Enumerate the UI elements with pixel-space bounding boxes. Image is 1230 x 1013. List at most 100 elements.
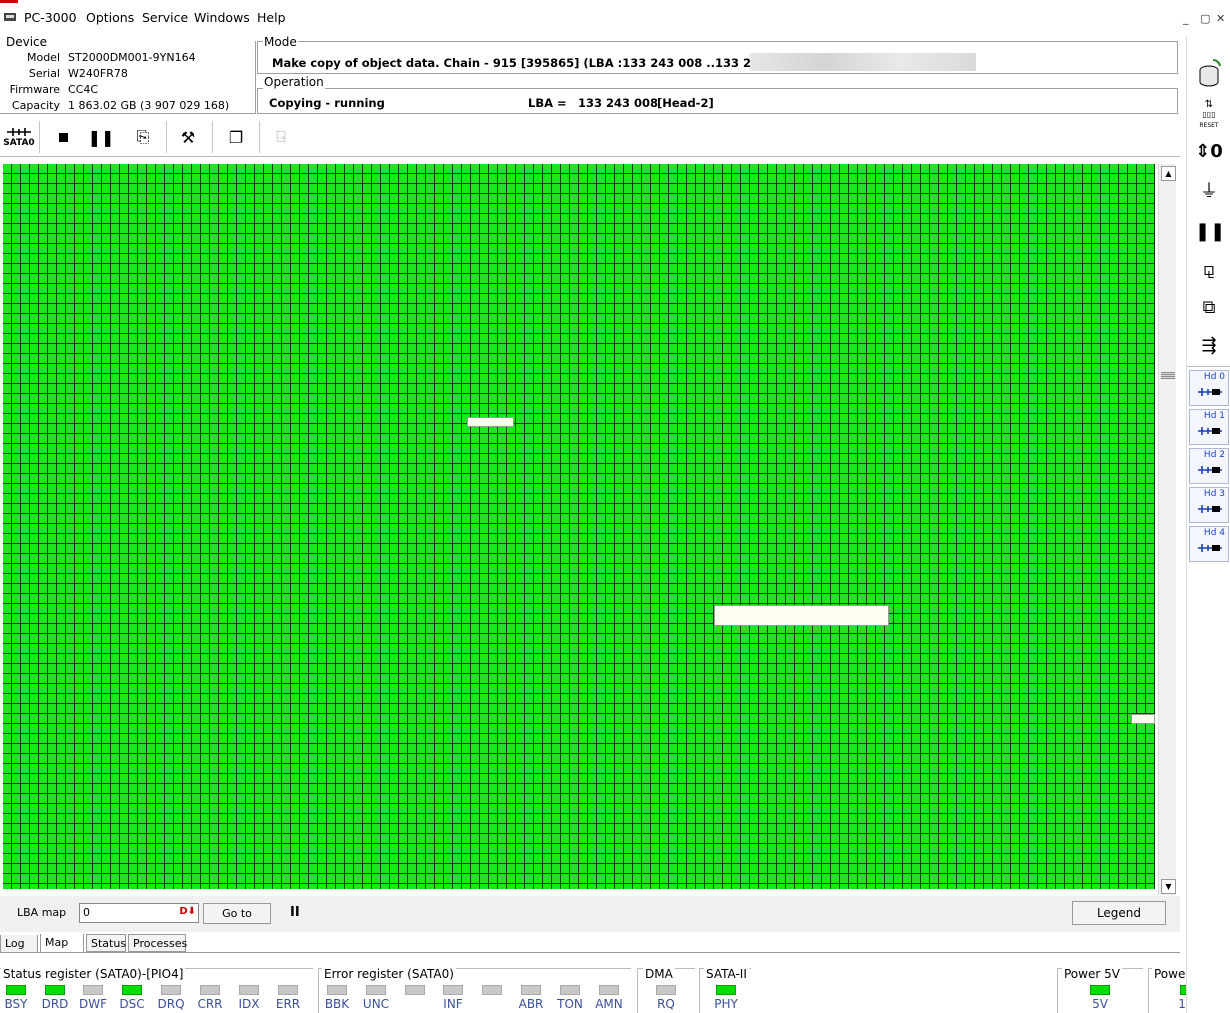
toolbar-separator: [39, 121, 40, 153]
stop-button[interactable]: [48, 122, 78, 152]
menu-bar: PC-3000 Options Service Windows Help _ ▢…: [0, 0, 1230, 36]
menu-service[interactable]: Service: [142, 10, 188, 25]
scroll-down-arrow-icon[interactable]: ▼: [1161, 879, 1176, 894]
document-arrow-icon: ⎘: [136, 127, 150, 146]
switch-icon: ⏚: [1200, 181, 1218, 202]
stop-icon: [58, 132, 68, 142]
drive-refresh-button[interactable]: [1195, 58, 1223, 87]
copy-x-icon: ⧉: [1202, 297, 1216, 318]
unread-block-group: [467, 417, 514, 427]
connector-button[interactable]: ⇶: [1195, 332, 1223, 360]
head-2-label: Hd 2: [1203, 450, 1225, 460]
scroll-thumb[interactable]: [1161, 372, 1175, 379]
windows-button[interactable]: ❐: [221, 122, 251, 152]
zero-button[interactable]: ⇕0: [1195, 138, 1223, 166]
sata-port-label: SATA0: [3, 138, 35, 148]
power5-led-label: 5V: [1092, 997, 1108, 1011]
head-value: [Head-2]: [657, 96, 714, 110]
register-led-label: INF: [443, 997, 463, 1011]
register-led-label: IDX: [238, 997, 260, 1011]
map-scrollbar[interactable]: ▲ ▼: [1158, 164, 1176, 895]
exit-button[interactable]: ⍈: [266, 122, 296, 152]
right-tool-panel: ⇅ ▯▯▯ RESET ⇕0 ⏚ ❚❚ ⚼ ⧉ ⇶ Hd 0 Hd 1 Hd 2…: [1186, 36, 1230, 1013]
tab-map[interactable]: Map: [40, 934, 84, 953]
register-led: [327, 985, 347, 995]
lba-map-label: LBA map: [17, 906, 67, 919]
phy-led: [716, 985, 736, 995]
serial-label: Serial: [28, 67, 60, 80]
capacity-value: 1 863.02 GB (3 907 029 168): [68, 99, 230, 112]
head-icon: [1198, 544, 1222, 552]
close-button[interactable]: ✕: [1216, 12, 1225, 25]
menu-help[interactable]: Help: [257, 10, 286, 25]
firmware-value: CC4C: [68, 83, 99, 96]
toolbar-separator: [259, 121, 260, 153]
register-led-label: BBK: [324, 997, 350, 1011]
sata2-title: SATA-II: [704, 967, 749, 981]
digit-arrow-icon[interactable]: D⬇: [179, 906, 196, 917]
pause-icon: ❚❚: [1195, 221, 1226, 242]
unread-block-group: [1131, 714, 1155, 724]
reset-label: RESET: [1199, 122, 1219, 129]
operation-title: Operation: [263, 75, 325, 89]
export-button[interactable]: ⎘: [128, 122, 158, 152]
lba-input-box[interactable]: 0 D⬇: [79, 903, 199, 923]
head-icon: [1198, 427, 1222, 435]
mode-text: Make copy of object data. Chain - 915 [3…: [272, 56, 810, 70]
toolbar: SATA0 ❚❚ ⎘ ⚒ ❐ ⍈: [0, 118, 1180, 157]
register-led-label: UNC: [362, 997, 390, 1011]
zero-arrows-icon: ⇕0: [1195, 141, 1223, 162]
pause-button[interactable]: ❚❚: [86, 122, 116, 152]
register-led-label: ABR: [518, 997, 544, 1011]
register-led: [239, 985, 259, 995]
register-led-label: DSC: [119, 997, 145, 1011]
tab-status[interactable]: Status: [86, 934, 126, 952]
restore-button[interactable]: ▢: [1200, 12, 1210, 25]
reset-button[interactable]: ⇅ ▯▯▯ RESET: [1195, 100, 1223, 131]
current-read-range: [714, 605, 889, 626]
register-led: [482, 985, 502, 995]
panel-separator: [1187, 366, 1230, 367]
plug-icon: ⇶: [1201, 335, 1217, 356]
register-led: [278, 985, 298, 995]
head-0-button[interactable]: Hd 0: [1189, 370, 1229, 406]
lba-label: LBA =: [528, 96, 567, 110]
copy-close-button[interactable]: ⧉: [1195, 294, 1223, 322]
head-1-button[interactable]: Hd 1: [1189, 409, 1229, 445]
register-led-label: BSY: [4, 997, 28, 1011]
register-led: [443, 985, 463, 995]
tab-log[interactable]: Log: [0, 935, 38, 953]
capacity-label: Capacity: [11, 99, 60, 112]
connector-icon: [7, 128, 31, 136]
legend-button[interactable]: Legend: [1072, 901, 1166, 925]
right-pause-button[interactable]: ❚❚: [1195, 218, 1226, 246]
toolbar-separator: [212, 121, 213, 153]
power-toggle-button[interactable]: ⏚: [1195, 178, 1223, 206]
dma-led: [656, 985, 676, 995]
toolbar-separator: [166, 121, 167, 153]
pin-row-icon: ▯▯▯: [1202, 110, 1216, 119]
menu-options[interactable]: Options: [86, 10, 134, 25]
serial-value: W240FR78: [68, 67, 128, 80]
operation-status: Copying - running: [269, 96, 385, 110]
tools-button[interactable]: ⚒: [173, 122, 203, 152]
menu-windows[interactable]: Windows: [194, 10, 250, 25]
error-register-title: Error register (SATA0): [322, 967, 456, 981]
pin-config-button[interactable]: ⚼: [1195, 256, 1223, 284]
lba-input[interactable]: 0: [83, 906, 90, 919]
register-led: [405, 985, 425, 995]
operation-panel: [257, 88, 1178, 114]
goto-button[interactable]: Go to: [203, 903, 271, 924]
map-pause-button[interactable]: II: [290, 905, 300, 920]
minimize-button[interactable]: _: [1183, 12, 1189, 25]
register-led-label: CRR: [197, 997, 223, 1011]
power5-led: [1090, 985, 1110, 995]
scroll-up-arrow-icon[interactable]: ▲: [1161, 166, 1176, 181]
sata-port-button[interactable]: SATA0: [2, 122, 36, 152]
tab-processes[interactable]: Processes: [128, 934, 187, 952]
head-3-button[interactable]: Hd 3: [1189, 487, 1229, 523]
lba-block-map[interactable]: [3, 164, 1155, 889]
head-0-label: Hd 0: [1203, 372, 1225, 382]
head-4-button[interactable]: Hd 4: [1189, 526, 1229, 562]
head-2-button[interactable]: Hd 2: [1189, 448, 1229, 484]
